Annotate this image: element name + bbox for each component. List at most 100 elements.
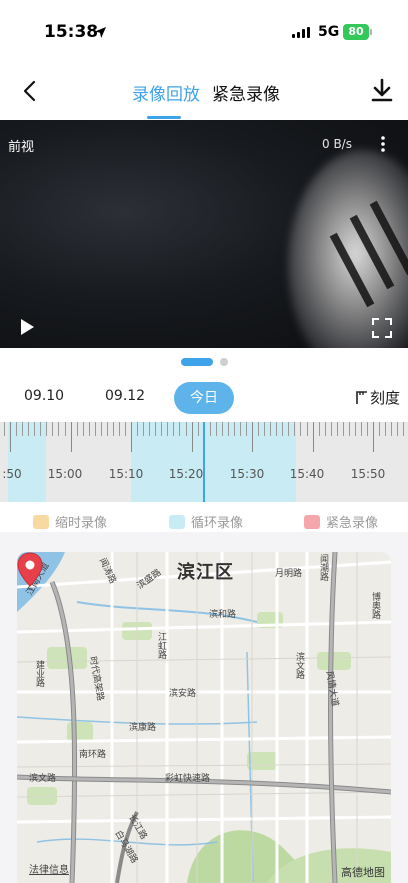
top-nav: 录像回放 紧急录像 (0, 66, 408, 120)
timeline-tick (306, 422, 308, 436)
more-icon[interactable] (378, 135, 388, 153)
status-bar: 15:38 5G 80 (0, 0, 408, 66)
timeline-tick (10, 422, 12, 452)
date-item[interactable]: 09.10 (24, 388, 64, 404)
play-icon[interactable] (18, 318, 36, 336)
data-rate: 0 B/s (322, 137, 352, 151)
timeline-tick (336, 422, 338, 436)
timeline-tick (137, 422, 139, 436)
timeline-tick (131, 422, 133, 452)
timeline-playhead[interactable] (203, 422, 205, 502)
timeline-tick (264, 422, 266, 436)
map-road-label: 建业路 (34, 660, 44, 687)
timeline-tick (221, 422, 223, 436)
map-road-label: 滨文路 (294, 652, 304, 679)
timeline-tick (360, 422, 362, 436)
timeline-tick (348, 422, 350, 436)
timeline-tick (82, 422, 84, 436)
location-arrow-icon (95, 27, 106, 38)
map-legal-link[interactable]: 法律信息 (29, 861, 69, 876)
scale-button[interactable]: 刻度 (355, 387, 400, 408)
timeline-tick (191, 422, 193, 452)
camera-label: 前视 (8, 140, 35, 155)
map-background (17, 552, 391, 883)
timeline-tick (282, 422, 284, 436)
timeline-tick (288, 422, 290, 436)
timeline-tick (385, 422, 387, 436)
map-road-label: 闻潮路 (318, 554, 328, 581)
map-road-label: 月明路 (275, 569, 303, 579)
timeline-label: 15:20 (168, 467, 204, 481)
timeline-tick (367, 422, 368, 436)
map-road-label: 滨康路 (129, 723, 157, 733)
timeline-tick (76, 422, 78, 436)
timeline-tick (185, 422, 187, 436)
timeline-tick (4, 422, 5, 436)
battery-level: 80 (343, 24, 369, 40)
date-selector: 09.10 09.12 今日 刻度 (0, 378, 408, 418)
video-player[interactable]: 前视 0 B/s (0, 120, 408, 348)
legend-item: 循环录像 (169, 512, 243, 531)
timeline-tick (40, 422, 42, 436)
timeline-tick (167, 422, 169, 436)
timeline-tick (300, 422, 302, 436)
timeline-tick (312, 422, 314, 452)
fullscreen-icon[interactable] (372, 318, 392, 338)
legend-label: 紧急录像 (326, 516, 379, 531)
map-provider-logo: 高德地图 (341, 866, 385, 879)
timeline-tick (209, 422, 211, 436)
recording-legend: 缩时录像 循环录像 紧急录像 (0, 508, 408, 532)
legend-label: 循环录像 (191, 516, 244, 531)
scale-label: 刻度 (370, 389, 401, 407)
timeline-tick (252, 422, 254, 452)
timeline-tick (179, 422, 181, 436)
timeline-tick (330, 422, 332, 436)
timeline-tick (94, 422, 96, 436)
timeline-tick (22, 422, 24, 436)
timeline-tick (64, 422, 66, 436)
timeline-tick (324, 422, 326, 436)
map-pin-icon[interactable] (17, 552, 43, 592)
timeline-ruler[interactable]: :50 15:00 15:10 15:20 15:30 15:40 15:50 (0, 422, 408, 502)
download-icon[interactable] (370, 78, 394, 104)
timeline-tick (270, 422, 272, 436)
timeline-tick (197, 422, 199, 436)
map-district-label: 滨江区 (177, 562, 234, 583)
timeline-tick (379, 422, 381, 436)
timeline-tick (233, 422, 235, 436)
tab-playback[interactable]: 录像回放 (132, 80, 200, 105)
timeline-label: 15:50 (350, 467, 386, 481)
timeline-tick (149, 422, 151, 436)
timeline-tick (294, 422, 296, 436)
tab-emergency[interactable]: 紧急录像 (212, 80, 280, 105)
timeline-tick (397, 422, 399, 436)
legend-label: 缩时录像 (55, 516, 108, 531)
signal-icon (292, 27, 310, 38)
timeline-tick (227, 422, 229, 436)
page-dot-active[interactable] (181, 358, 213, 366)
timeline-tick (100, 422, 102, 436)
legend-item: 紧急录像 (304, 512, 378, 531)
map-view[interactable]: 滨江区 闻涛路 滨盛路 月明路 滨和路 江虹路 滨安路 滨康路 南环路 彩虹快速… (17, 552, 391, 883)
timeline-tick (173, 422, 175, 436)
back-chevron-icon[interactable] (18, 78, 44, 104)
tab-active-indicator (147, 116, 181, 119)
network-type: 5G (318, 24, 340, 40)
timeline-tick (276, 422, 278, 436)
timeline-tick (403, 422, 405, 436)
timeline-tick (16, 422, 18, 436)
timeline-tick (215, 422, 217, 436)
page-dot[interactable] (220, 358, 228, 366)
timeline-label: 15:00 (47, 467, 83, 481)
timeline-tick (161, 422, 163, 436)
timeline-tick (354, 422, 356, 436)
timeline-tick (246, 422, 247, 436)
timeline-tick (34, 422, 36, 436)
timeline-tick (58, 422, 60, 436)
page-indicator (0, 356, 408, 368)
date-item[interactable]: 09.12 (105, 388, 145, 404)
legend-swatch (169, 514, 185, 529)
date-today-button[interactable]: 今日 (174, 382, 234, 414)
timeline-tick (373, 422, 375, 452)
map-road-label: 滨文路 (29, 774, 57, 784)
